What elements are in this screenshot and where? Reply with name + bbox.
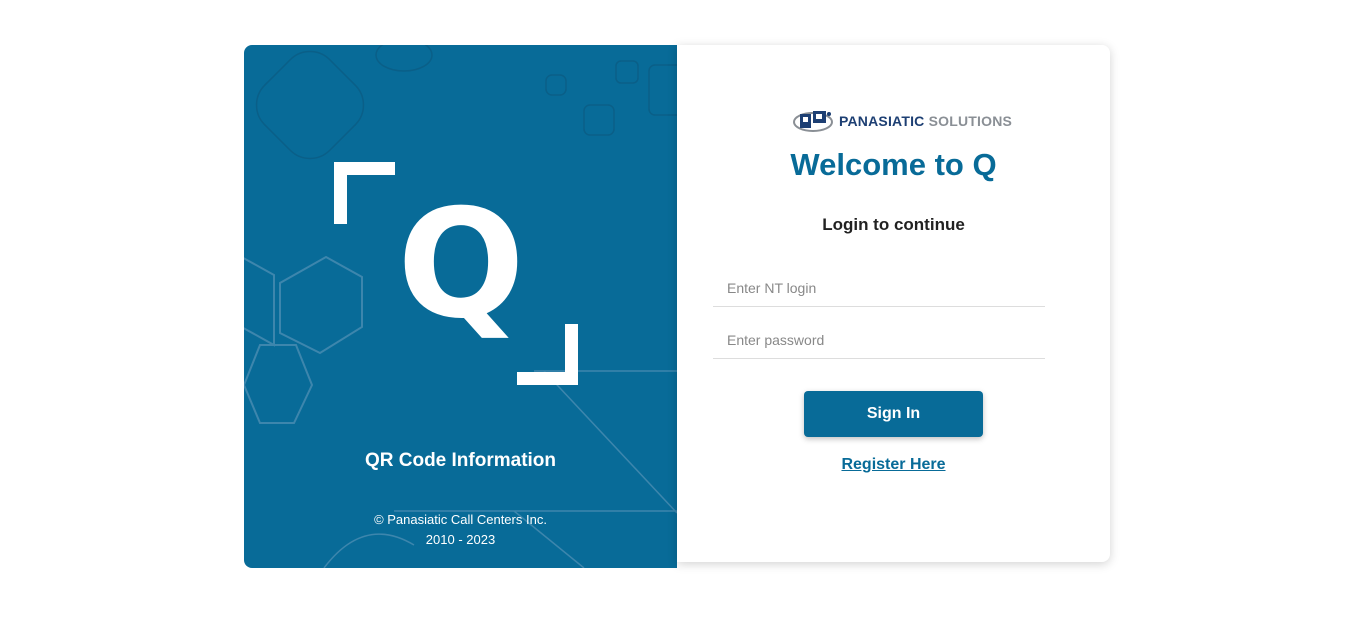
copyright-line: © Panasiatic Call Centers Inc. [374, 512, 547, 527]
corner-bracket-top-left-vertical [334, 162, 347, 224]
password-input[interactable] [713, 321, 1045, 359]
corner-bracket-bottom-right-vertical [565, 324, 578, 385]
login-panel: PANASIATIC SOLUTIONS Welcome to Q Login … [677, 45, 1110, 562]
brand-logo: PANASIATIC SOLUTIONS [793, 108, 1012, 134]
login-card: Q QR Code Information © Panasiatic Call … [244, 45, 1110, 568]
brand-name-suffix: SOLUTIONS [928, 113, 1013, 129]
login-subtitle: Login to continue [822, 215, 965, 234]
branding-panel: Q QR Code Information © Panasiatic Call … [244, 45, 677, 568]
brand-name-primary: PANASIATIC [839, 113, 925, 129]
panel-title: QR Code Information [364, 450, 557, 471]
welcome-heading: Welcome to Q [790, 147, 997, 182]
sign-in-button[interactable]: Sign In [804, 391, 983, 437]
q-logo-letter: Q [397, 178, 525, 352]
panasiatic-logo-icon [793, 111, 833, 132]
register-link[interactable]: Register Here [677, 456, 1110, 474]
copyright-years: 2010 - 2023 [425, 532, 496, 547]
copyright: © Panasiatic Call Centers Inc. 2010 - 20… [244, 510, 677, 550]
nt-login-input[interactable] [713, 269, 1045, 307]
brand-name: PANASIATIC SOLUTIONS [839, 113, 1012, 129]
